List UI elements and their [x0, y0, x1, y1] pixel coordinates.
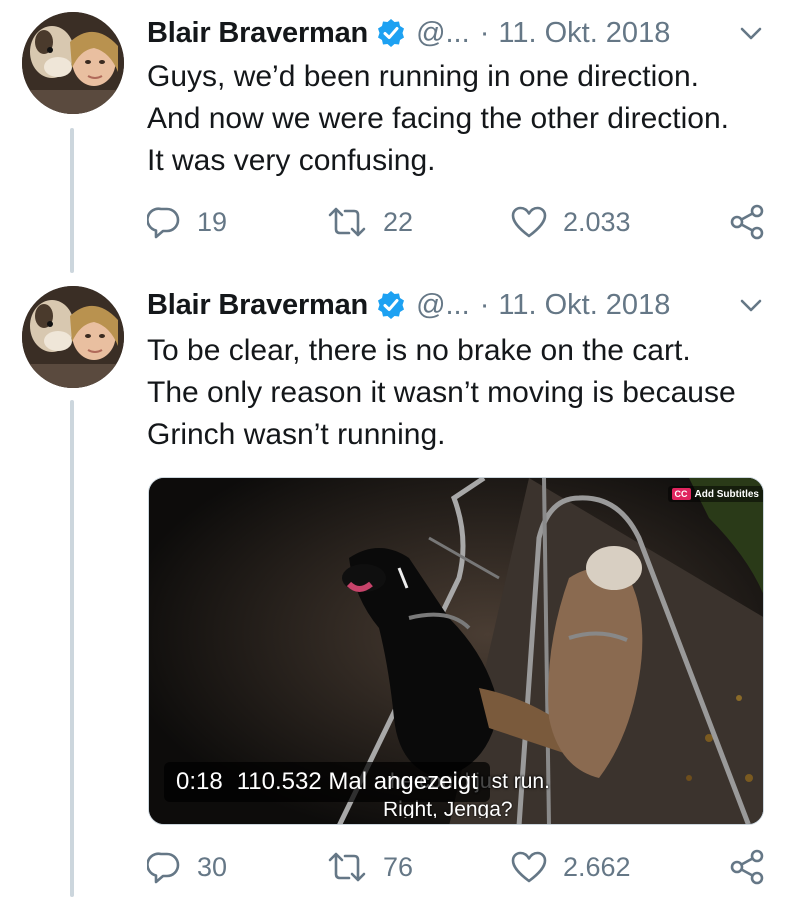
tweet-text: To be clear, there is no brake on the ca…	[147, 330, 736, 456]
tweet-text-line: And now we were facing the other directi…	[147, 102, 729, 135]
add-subtitles-label: Add Subtitles	[694, 488, 759, 500]
tweet-text-line: Guys, we’d been running in one direction…	[147, 60, 700, 93]
tweet-header: Blair Braverman @... · 11. Okt. 2018	[147, 11, 670, 55]
thread-line	[70, 400, 74, 897]
avatar[interactable]	[22, 12, 124, 114]
tweet-date[interactable]: 11. Okt. 2018	[498, 17, 670, 50]
like-count: 2.662	[563, 851, 631, 882]
share-button[interactable]	[729, 200, 765, 244]
reply-icon	[147, 850, 181, 884]
author-handle[interactable]: @...	[416, 289, 470, 322]
avatar[interactable]	[22, 286, 124, 388]
share-button[interactable]	[729, 845, 765, 889]
like-button[interactable]: 2.662	[511, 845, 631, 889]
tweet-text-line: Grinch wasn’t running.	[147, 418, 446, 451]
reply-count: 30	[197, 851, 228, 882]
add-subtitles-button[interactable]: CC Add Subtitles	[667, 486, 763, 502]
heart-icon	[511, 850, 547, 884]
view-count: 110.532 Mal angezeigt	[236, 768, 478, 795]
tweet-text-line: It was very confusing.	[147, 144, 436, 177]
tweet-text-line: The only reason it wasn’t moving is beca…	[147, 376, 736, 409]
separator: ·	[479, 288, 490, 321]
reply-count: 19	[197, 206, 228, 237]
tweet-actions: 30 76 2.662	[147, 845, 777, 889]
tweet-text: Guys, we’d been running in one direction…	[147, 56, 729, 182]
reply-button[interactable]: 30	[147, 845, 227, 889]
retweet-button[interactable]: 76	[327, 845, 413, 889]
author-name[interactable]: Blair Braverman	[147, 17, 368, 50]
separator: ·	[479, 16, 490, 49]
retweet-icon	[327, 850, 367, 884]
verified-badge-icon	[376, 18, 406, 48]
thread-line	[70, 128, 74, 273]
retweet-button[interactable]: 22	[327, 200, 413, 244]
retweet-icon	[327, 205, 367, 239]
verified-badge-icon	[376, 290, 406, 320]
like-button[interactable]: 2.033	[511, 200, 631, 244]
heart-icon	[511, 205, 547, 239]
chevron-down-icon[interactable]	[737, 296, 765, 316]
video-overlay: 0:18 110.532 Mal angezeigt	[164, 762, 490, 802]
share-icon	[729, 204, 765, 240]
video-time: 0:18	[176, 768, 223, 795]
chevron-down-icon[interactable]	[737, 24, 765, 44]
tweet-text-line: To be clear, there is no brake on the ca…	[147, 334, 691, 367]
retweet-count: 22	[383, 206, 414, 237]
tweet-actions: 19 22 2.033	[147, 200, 777, 244]
author-name[interactable]: Blair Braverman	[147, 289, 368, 322]
reply-icon	[147, 205, 181, 239]
cc-icon: CC	[671, 488, 691, 500]
retweet-count: 76	[383, 851, 414, 882]
like-count: 2.033	[563, 206, 631, 237]
tweet-date[interactable]: 11. Okt. 2018	[498, 289, 670, 322]
reply-button[interactable]: 19	[147, 200, 227, 244]
share-icon	[729, 849, 765, 885]
tweet-header: Blair Braverman @... · 11. Okt. 2018	[147, 283, 670, 327]
author-handle[interactable]: @...	[416, 17, 470, 50]
